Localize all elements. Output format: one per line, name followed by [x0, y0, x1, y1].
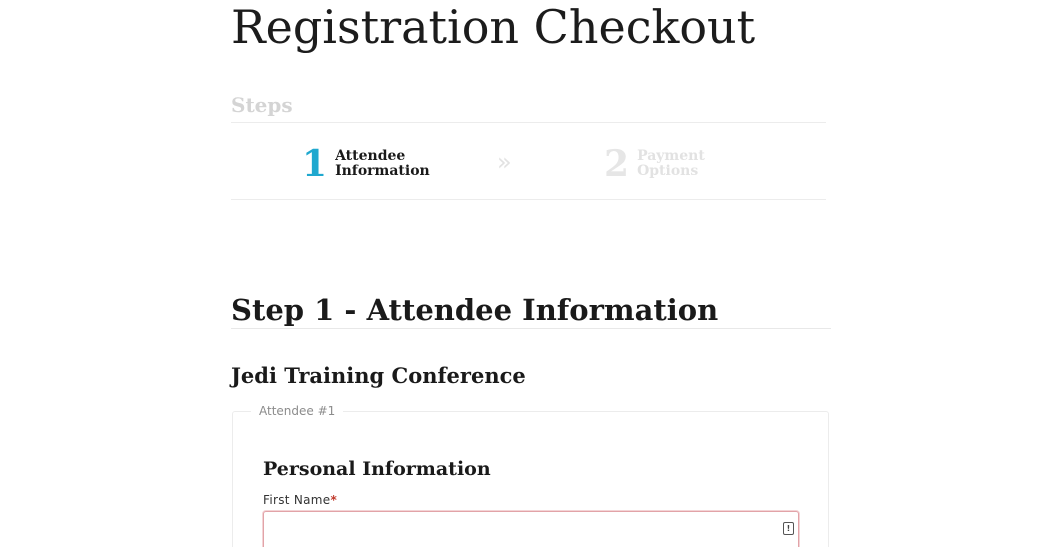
- step-label: Payment Options: [637, 148, 705, 179]
- required-marker: *: [330, 493, 338, 507]
- event-name: Jedi Training Conference: [231, 363, 526, 388]
- section-title: Step 1 - Attendee Information: [231, 293, 719, 327]
- first-name-label-text: First Name: [263, 493, 331, 507]
- first-name-label: First Name*: [263, 492, 337, 508]
- section-divider: [231, 328, 831, 329]
- attendee-legend: Attendee #1: [251, 403, 344, 419]
- step-label: Attendee Information: [335, 148, 430, 179]
- personal-information-heading: Personal Information: [263, 458, 491, 480]
- steps-top-divider: [231, 122, 826, 123]
- page-title: Registration Checkout: [231, 0, 756, 54]
- autofill-contact-icon[interactable]: !: [783, 522, 794, 535]
- step-number: 2: [604, 143, 630, 185]
- steps-bottom-divider: [231, 199, 826, 200]
- step-indicator-payment-options: 2 Payment Options: [604, 145, 737, 183]
- step-number: 1: [302, 143, 328, 185]
- first-name-input[interactable]: [263, 511, 799, 547]
- steps-heading: Steps: [231, 93, 293, 117]
- double-chevron-right-icon: »: [497, 148, 512, 176]
- step-indicator-attendee-information: 1 Attendee Information: [302, 145, 435, 183]
